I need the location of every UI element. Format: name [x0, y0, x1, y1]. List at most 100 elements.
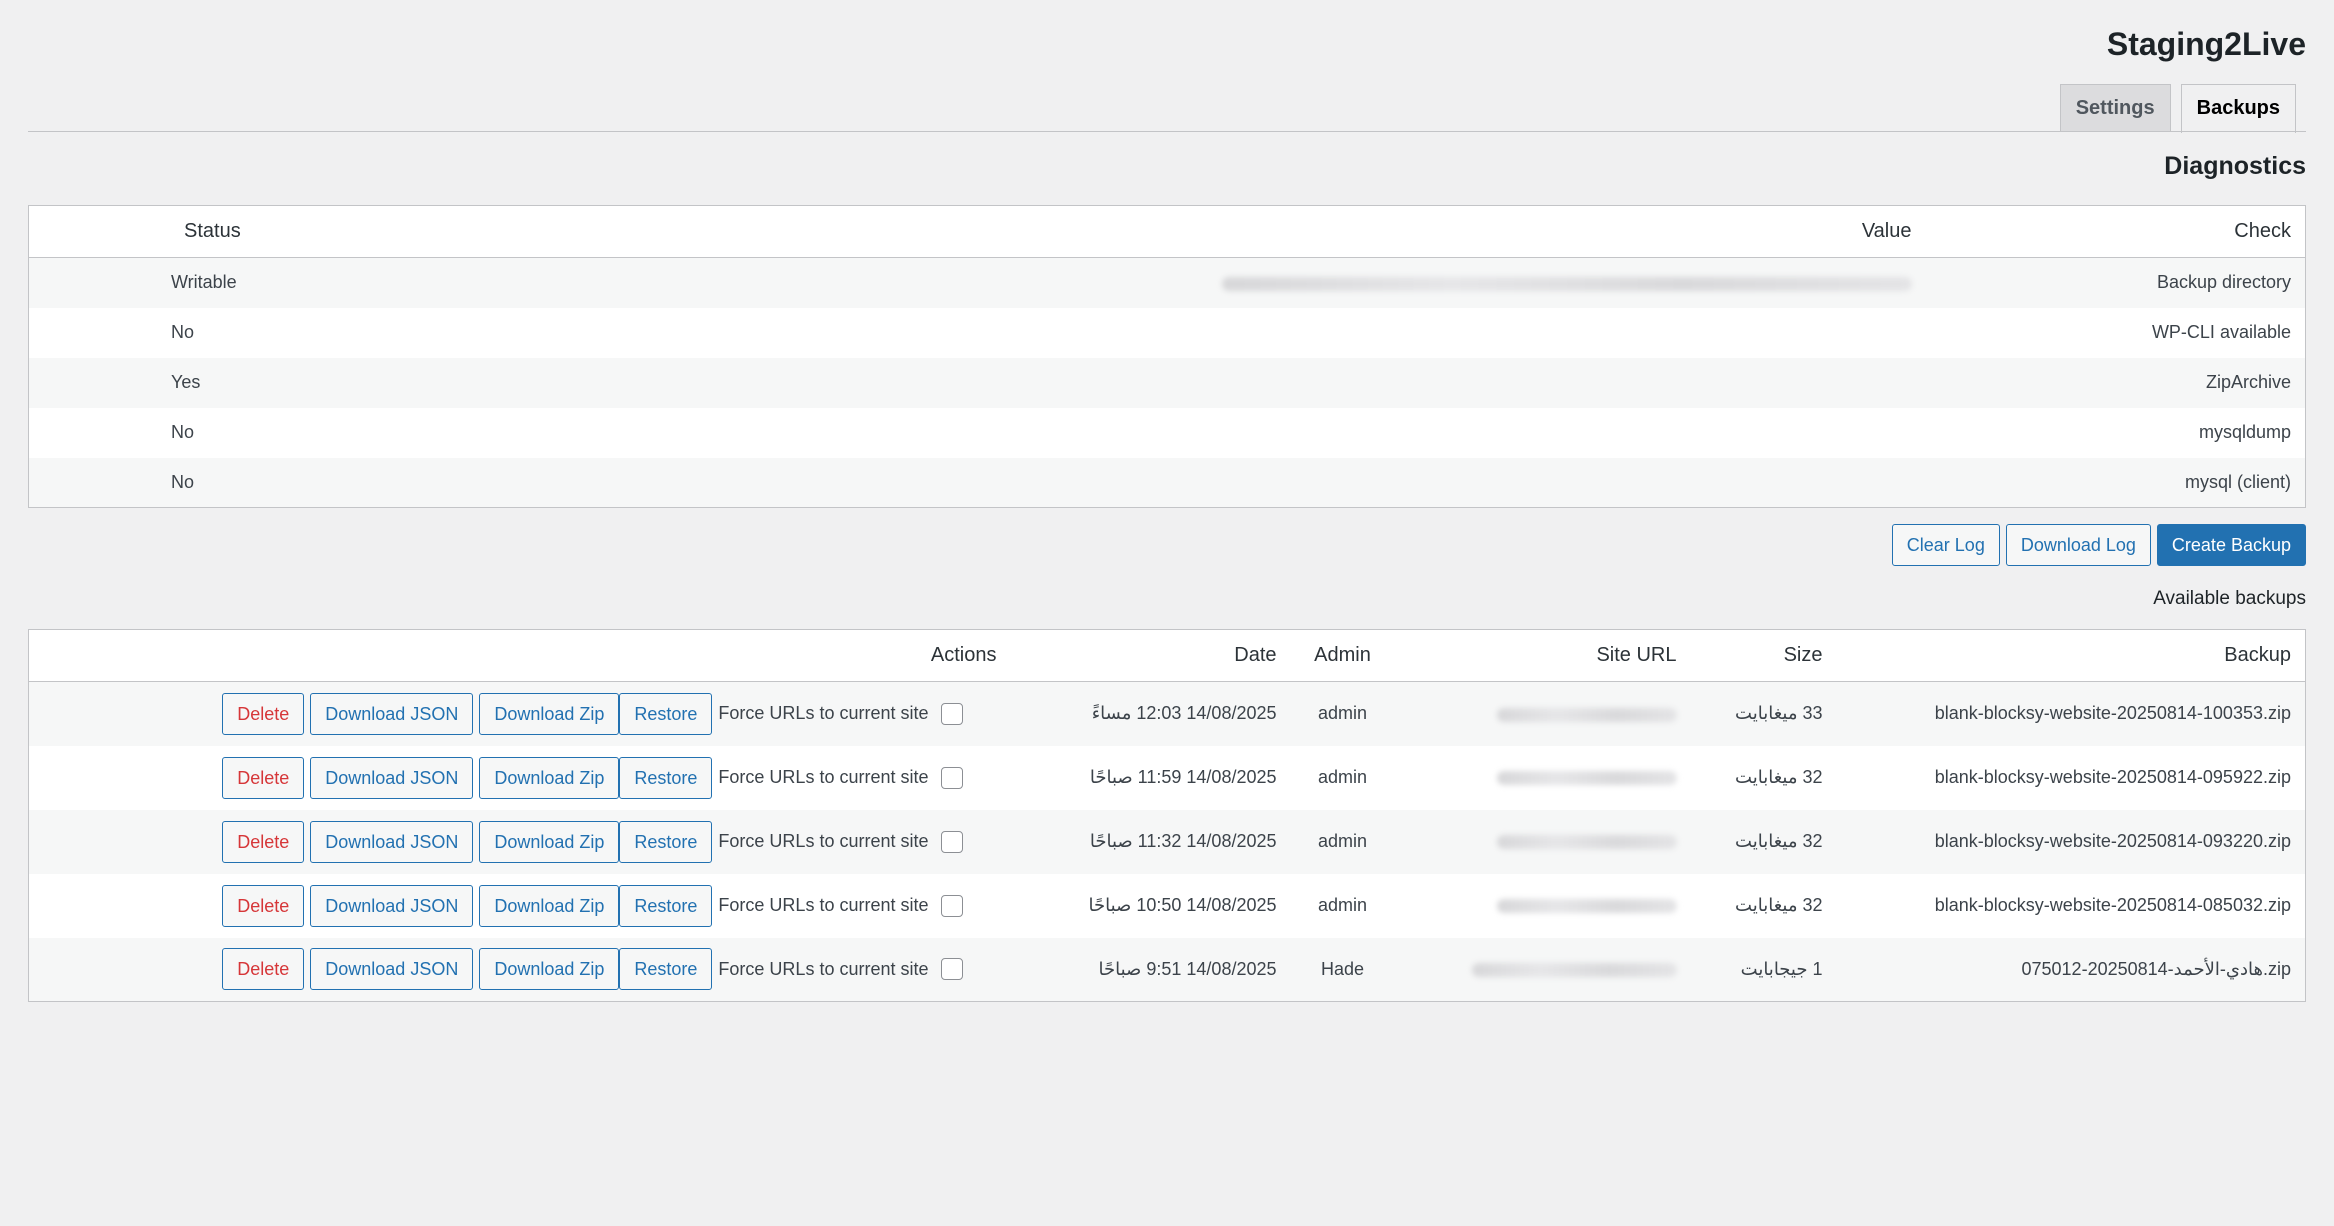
redacted-url	[1496, 835, 1677, 850]
column-header-admin: Admin	[1290, 629, 1395, 682]
restore-button[interactable]: Restore	[619, 948, 713, 991]
download-json-button[interactable]: Download JSON	[310, 884, 474, 927]
column-header-backup: Backup	[1836, 629, 2306, 682]
download-json-button[interactable]: Download JSON	[310, 756, 474, 799]
backup-size: 33 ميغابايت	[1735, 703, 1823, 724]
table-row: Delete Download JSON Download Zip Restore Fo…	[28, 937, 2306, 1002]
delete-button[interactable]: Delete	[222, 692, 305, 735]
download-zip-button[interactable]: Download Zip	[479, 756, 620, 799]
check-name: mysqldump	[2198, 422, 2291, 442]
download-zip-button[interactable]: Download Zip	[479, 948, 620, 991]
backup-admin: Hade	[1320, 958, 1365, 979]
status-value: Yes	[171, 372, 201, 392]
create-backup-button[interactable]: Create Backup	[2156, 524, 2306, 566]
force-urls-label: Force URLs to current site	[718, 831, 929, 851]
actions-cell: Delete Download JSON Download Zip Restore Fo…	[29, 810, 1011, 874]
status-value: No	[171, 422, 195, 442]
site-url-cell	[1395, 938, 1691, 1002]
check-name: mysql (client)	[2184, 471, 2291, 492]
force-urls-label: Force URLs to current site	[718, 895, 929, 915]
diagnostics-table: Status Value Check Writable Backup direc…	[28, 205, 2306, 508]
diagnostics-title: Diagnostics	[2164, 152, 2306, 180]
table-row: Delete Download JSON Download Zip Restore Fo…	[29, 746, 2306, 810]
site-url-cell	[1395, 810, 1691, 874]
column-header-value: Value	[254, 205, 1926, 258]
backup-admin: admin	[1317, 767, 1368, 787]
force-urls-checkbox[interactable]	[940, 958, 963, 981]
column-header-check: Check	[1925, 205, 2306, 258]
column-header-actions: Actions	[28, 629, 1011, 682]
status-value: Writable	[171, 272, 237, 293]
actions-cell: Delete Download JSON Download Zip Restore Fo…	[29, 746, 1011, 810]
check-name: ZipArchive	[2205, 372, 2291, 392]
page-title: Staging2Live	[2106, 26, 2306, 62]
delete-button[interactable]: Delete	[222, 820, 305, 863]
value-cell	[255, 458, 1926, 508]
actions-cell: Delete Download JSON Download Zip Restore Fo…	[29, 874, 1011, 938]
redacted-url	[1496, 707, 1677, 722]
delete-button[interactable]: Delete	[222, 884, 305, 927]
force-urls-label: Force URLs to current site	[718, 767, 929, 787]
table-row: Delete Download JSON Download Zip Restore Fo…	[28, 809, 2306, 874]
status-value: No	[171, 471, 195, 492]
tab-bar: Settings Backups	[2059, 84, 2296, 133]
backup-admin: admin	[1317, 895, 1368, 915]
restore-button[interactable]: Restore	[619, 884, 713, 927]
download-json-button[interactable]: Download JSON	[310, 948, 474, 991]
diagnostics-row: No WP-CLI available	[29, 308, 2306, 358]
backup-filename: هادي-الأحمد-20250814-075012.zip	[2021, 958, 2291, 979]
column-header-size: Size	[1690, 629, 1837, 682]
site-url-cell	[1395, 746, 1691, 810]
diagnostics-row: No mysql (client)	[28, 457, 2306, 508]
force-urls-checkbox[interactable]	[940, 766, 963, 789]
tab-settings[interactable]: Settings	[2059, 84, 2171, 132]
download-json-button[interactable]: Download JSON	[310, 820, 474, 863]
table-row: Delete Download JSON Download Zip Restore Fo…	[29, 874, 2306, 938]
value-cell	[255, 308, 1926, 358]
check-name: WP-CLI available	[2151, 322, 2291, 342]
clear-log-button[interactable]: Clear Log	[1891, 524, 2000, 566]
value-cell	[255, 258, 1926, 308]
actions-cell: Delete Download JSON Download Zip Restore Fo…	[29, 682, 1011, 746]
column-header-status: Status	[28, 205, 255, 258]
force-urls-checkbox[interactable]	[940, 830, 963, 853]
status-value: No	[171, 322, 195, 342]
site-url-cell	[1395, 874, 1691, 938]
download-zip-button[interactable]: Download Zip	[479, 820, 620, 863]
check-name: Backup directory	[2156, 272, 2291, 293]
restore-button[interactable]: Restore	[619, 692, 713, 735]
backup-admin: admin	[1317, 831, 1368, 851]
restore-button[interactable]: Restore	[619, 756, 713, 799]
backup-date: 14/08/2025 12:03 مساءً	[1091, 703, 1277, 724]
backup-size: 1 جيجابايت	[1740, 958, 1823, 979]
force-urls-option: Force URLs to current site	[718, 830, 963, 853]
backup-toolbar: Clear Log Download Log Create Backup	[1891, 524, 2306, 566]
backup-filename: blank-blocksy-website-20250814-093220.zi…	[1934, 831, 2291, 851]
restore-button[interactable]: Restore	[619, 820, 713, 863]
delete-button[interactable]: Delete	[222, 756, 305, 799]
download-zip-button[interactable]: Download Zip	[479, 884, 620, 927]
actions-cell: Delete Download JSON Download Zip Restore Fo…	[29, 938, 1011, 1002]
download-log-button[interactable]: Download Log	[2005, 524, 2151, 566]
backup-filename: blank-blocksy-website-20250814-085032.zi…	[1934, 895, 2291, 915]
download-zip-button[interactable]: Download Zip	[479, 692, 620, 735]
redacted-url	[1471, 963, 1677, 977]
tab-backups[interactable]: Backups	[2180, 84, 2296, 133]
backup-date: 14/08/2025 10:50 صباحًا	[1088, 895, 1277, 915]
backup-size: 32 ميغابايت	[1735, 895, 1823, 915]
force-urls-option: Force URLs to current site	[718, 894, 963, 917]
delete-button[interactable]: Delete	[222, 948, 305, 991]
backup-date: 14/08/2025 11:32 صباحًا	[1089, 831, 1277, 851]
redacted-url	[1496, 771, 1677, 786]
value-cell	[255, 358, 1926, 408]
available-backups-title: Available backups	[2153, 588, 2306, 609]
force-urls-label: Force URLs to current site	[718, 703, 929, 724]
force-urls-checkbox[interactable]	[940, 894, 963, 917]
column-header-site-url: Site URL	[1394, 629, 1691, 682]
backup-date: 14/08/2025 11:59 صباحًا	[1089, 767, 1277, 787]
download-json-button[interactable]: Download JSON	[310, 692, 474, 735]
force-urls-checkbox[interactable]	[940, 702, 963, 725]
force-urls-option: Force URLs to current site	[718, 958, 963, 981]
redacted-url	[1496, 899, 1677, 914]
diagnostics-row: No mysqldump	[29, 408, 2306, 458]
